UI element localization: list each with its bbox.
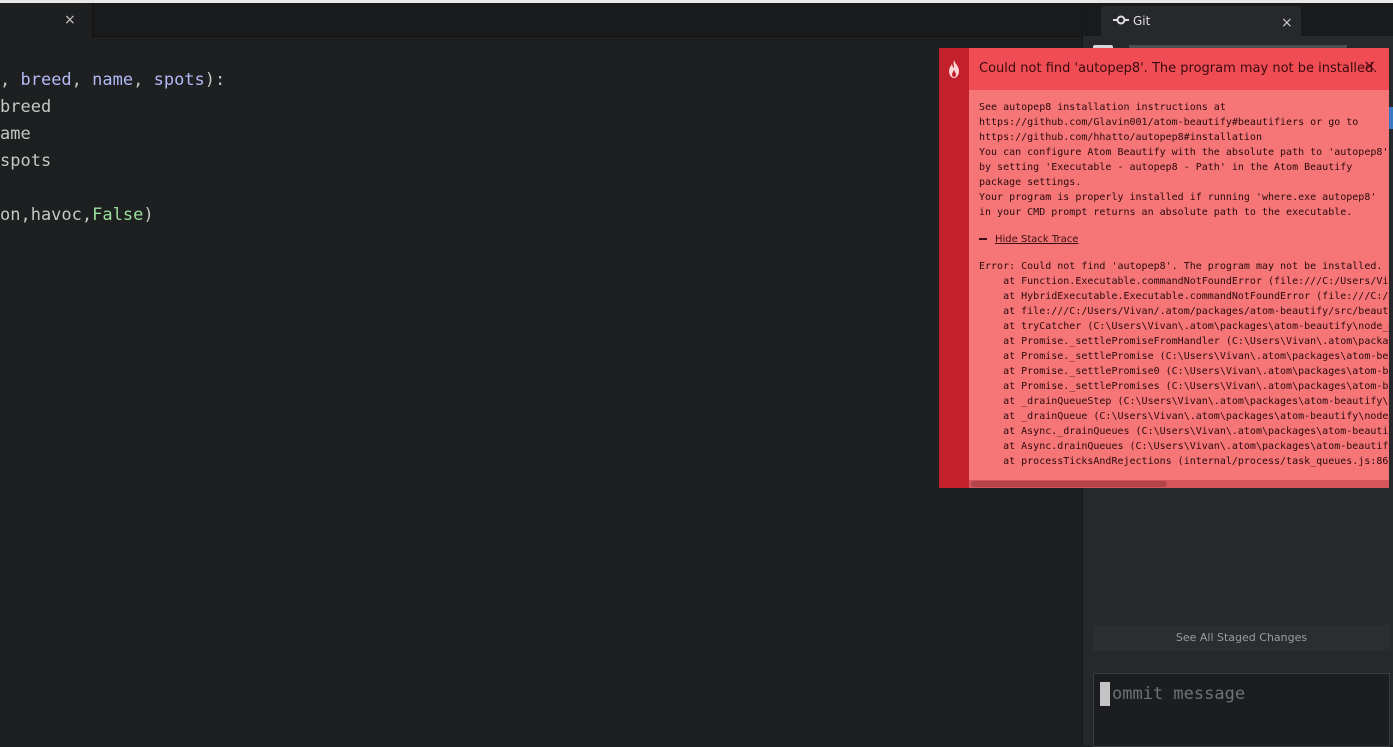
git-commit-icon — [1113, 15, 1129, 25]
detail-line: You can configure Atom Beautify with the… — [979, 147, 1389, 158]
notification-title: Could not find 'autopep8'. The program m… — [979, 61, 1378, 76]
commit-placeholder: ommit message — [1112, 684, 1246, 704]
trace-line: at Promise._settlePromise0 (C:\Users\Viv… — [979, 366, 1389, 377]
trace-line: at Function.Executable.commandNotFoundEr… — [979, 276, 1389, 287]
code-token: breed — [20, 70, 72, 90]
detail-line: package settings. — [979, 177, 1082, 188]
notification-body: Could not find 'autopep8'. The program m… — [969, 48, 1389, 488]
detail-line: See autopep8 installation instructions a… — [979, 102, 1226, 113]
code-token: name — [92, 70, 134, 90]
trace-line: at _drainQueue (C:\Users\Vivan\.atom\pac… — [979, 411, 1389, 422]
trace-line: at tryCatcher (C:\Users\Vivan\.atom\pack… — [979, 321, 1389, 332]
code-token: spots — [153, 70, 205, 90]
detail-line: Your program is properly installed if ru… — [979, 192, 1377, 203]
editor-tab[interactable]: × — [0, 3, 93, 37]
git-tab-bar: Git × — [1083, 3, 1393, 37]
stack-trace: Error: Could not find 'autopep8'. The pr… — [979, 259, 1389, 469]
editor-tab-bar: × — [0, 3, 1082, 37]
code-token: ame — [0, 124, 31, 144]
collapse-icon — [979, 238, 987, 240]
hide-stack-trace-link[interactable]: Hide Stack Trace — [995, 234, 1078, 245]
tab-git[interactable]: Git × — [1101, 6, 1301, 37]
commit-message-input[interactable]: ommit message — [1093, 673, 1390, 747]
close-icon[interactable]: × — [1363, 58, 1376, 74]
code-line: breed — [0, 94, 225, 121]
close-icon[interactable]: × — [1281, 15, 1293, 31]
code-token: on,havoc, — [0, 205, 93, 225]
trace-line: at _drainQueueStep (C:\Users\Vivan\.atom… — [979, 396, 1389, 407]
detail-line: in your CMD prompt returns an absolute p… — [979, 207, 1353, 218]
notification-icon-strip — [939, 48, 969, 488]
scrollbar-thumb[interactable] — [971, 481, 1167, 487]
code-line: spots — [0, 148, 225, 175]
code-token: , — [71, 70, 93, 90]
detail-line: https://github.com/Glavin001/atom-beauti… — [979, 117, 1359, 128]
code-area[interactable]: , breed, name, spots): breed ame spots on,h… — [0, 67, 225, 229]
see-all-staged-changes-button[interactable]: See All Staged Changes — [1093, 625, 1390, 651]
notification-header: Could not find 'autopep8'. The program m… — [969, 48, 1389, 90]
code-token: ) — [143, 205, 154, 225]
tab-title: Git — [1133, 14, 1151, 28]
code-token: breed — [0, 97, 52, 117]
trace-line: at file:///C:/Users/Vivan/.atom/packages… — [979, 306, 1389, 317]
trace-line: at Async._drainQueues (C:\Users\Vivan\.a… — [979, 426, 1389, 437]
text-cursor — [1100, 682, 1110, 706]
code-token: ): — [204, 70, 226, 90]
flame-icon — [949, 60, 959, 78]
trace-line: at Async.drainQueues (C:\Users\Vivan\.at… — [979, 441, 1389, 452]
detail-line: https://github.com/hhatto/autopep8#insta… — [979, 132, 1262, 143]
editor-pane[interactable]: × , breed, name, spots): breed ame spots on… — [0, 3, 1082, 745]
horizontal-scrollbar[interactable] — [969, 480, 1389, 488]
code-token: False — [92, 205, 144, 225]
trace-line: at processTicksAndRejections (internal/p… — [979, 456, 1389, 467]
code-token: , — [133, 70, 154, 90]
hide-stack-trace-button[interactable]: Hide Stack Trace — [979, 234, 1078, 245]
code-line: on,havoc,False) — [0, 202, 225, 229]
code-token: , — [0, 70, 21, 90]
trace-line: Error: Could not find 'autopep8'. The pr… — [979, 261, 1383, 272]
code-token: spots — [0, 151, 52, 171]
detail-line: by setting 'Executable - autopep8 - Path… — [979, 162, 1353, 173]
notification-detail: See autopep8 installation instructions a… — [979, 100, 1389, 220]
trace-line: at Promise._settlePromise (C:\Users\Viva… — [979, 351, 1389, 362]
code-line: , breed, name, spots): — [0, 67, 225, 94]
error-notification: Could not find 'autopep8'. The program m… — [939, 48, 1389, 488]
close-icon[interactable]: × — [64, 12, 76, 28]
trace-line: at Promise._settlePromises (C:\Users\Viv… — [979, 381, 1389, 392]
code-line: ame — [0, 121, 225, 148]
trace-line: at HybridExecutable.Executable.commandNo… — [979, 291, 1389, 302]
trace-line: at Promise._settlePromiseFromHandler (C:… — [979, 336, 1389, 347]
